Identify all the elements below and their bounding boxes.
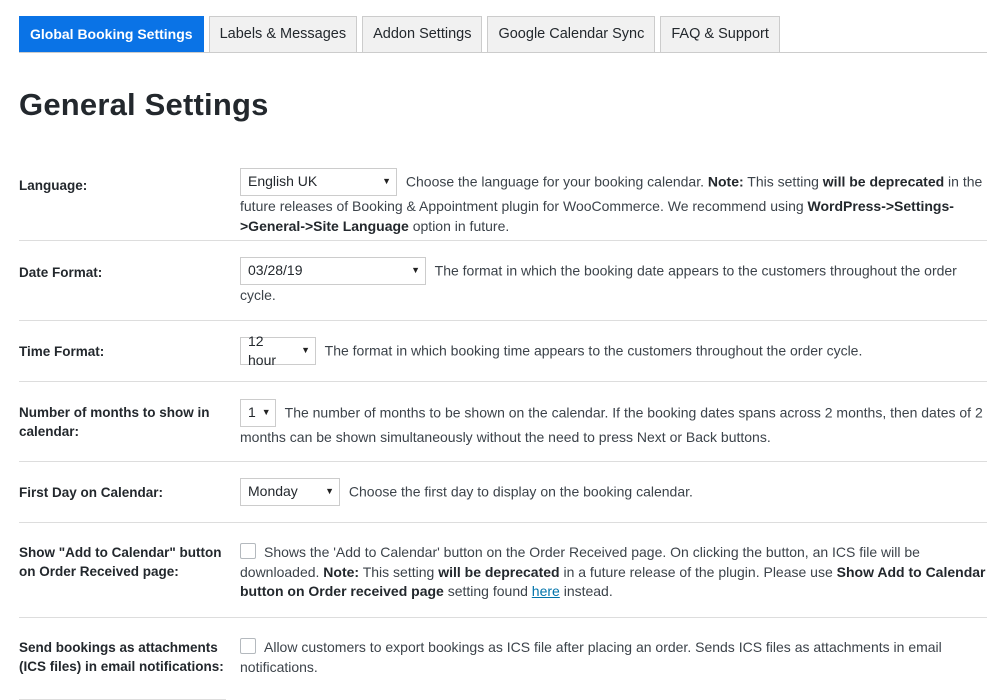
add-to-calendar-label: Show "Add to Calendar" button on Order R… [19,545,222,579]
setting-row-months: Number of months to show in calendar: 1 ▼… [19,382,987,462]
tab-bar: Global Booking Settings Labels & Message… [19,0,987,53]
language-field: English UK ▼ Choose the language for your… [240,168,987,240]
add-to-calendar-checkbox[interactable] [240,543,256,559]
tab-global-booking-settings[interactable]: Global Booking Settings [19,16,204,52]
setting-row-first-day: First Day on Calendar: Monday ▼ Choose th… [19,462,987,523]
language-deprecated: will be deprecated [822,173,945,190]
settings-form: Language: English UK ▼ Choose the languag… [19,159,987,700]
tab-faq-support[interactable]: FAQ & Support [660,16,780,52]
add-to-calendar-note: Note: [323,563,360,580]
add-to-calendar-desc: This setting [359,563,439,580]
add-to-calendar-desc: setting found [443,583,532,599]
add-to-calendar-field: Shows the 'Add to Calendar' button on th… [240,543,987,617]
language-desc: Choose the language for your booking cal… [402,173,708,190]
page-title: General Settings [19,87,269,122]
tab-google-calendar-sync[interactable]: Google Calendar Sync [487,16,656,52]
date-format-label: Date Format: [19,265,103,280]
settings-page: Global Booking Settings Labels & Message… [0,0,1005,700]
months-desc: The number of months to be shown on the … [240,404,983,445]
setting-row-attachments: Send bookings as attachments (ICS files)… [19,618,987,700]
add-to-calendar-desc: in a future release of the plugin. Pleas… [559,563,837,580]
language-desc: This setting [743,173,823,190]
months-select[interactable]: 1 ▼ [240,399,276,427]
language-label: Language: [19,178,88,193]
time-format-field: 12 hour ▼ The format in which booking tim… [240,333,987,381]
setting-row-date-format: Date Format: 03/28/19 ▼ The format in whi… [19,241,987,321]
first-day-label: First Day on Calendar: [19,485,164,500]
first-day-select-value: Monday [248,483,298,500]
time-format-select[interactable]: 12 hour ▼ [240,333,316,368]
months-select-value: 1 [248,404,256,421]
language-desc: option in future. [408,217,510,234]
tab-addon-settings[interactable]: Addon Settings [362,16,483,52]
attachments-field: Allow customers to export bookings as IC… [240,638,987,688]
date-format-select[interactable]: 03/28/19 ▼ [240,257,426,285]
time-format-select-value: 12 hour [248,332,277,369]
date-format-select-value: 03/28/19 [248,262,303,279]
time-format-desc: The format in which booking time appears… [321,342,863,359]
chevron-down-icon: ▼ [382,176,391,187]
setting-row-language: Language: English UK ▼ Choose the languag… [19,159,987,241]
tab-labels-messages[interactable]: Labels & Messages [208,16,358,52]
setting-row-time-format: Time Format: 12 hour ▼ The format in whic… [19,321,987,382]
months-label: Number of months to show in calendar: [19,405,210,439]
language-select[interactable]: English UK ▼ [240,168,397,196]
first-day-select[interactable]: Monday ▼ [240,478,340,506]
months-field: 1 ▼ The number of months to be shown on t… [240,399,987,461]
add-to-calendar-deprecated: will be deprecated [438,563,560,580]
first-day-field: Monday ▼ Choose the first day to display … [240,478,987,522]
attachments-label-text: Send bookings as attachments (ICS files)… [19,640,224,674]
chevron-down-icon: ▼ [411,265,420,276]
attachments-checkbox[interactable] [240,638,256,654]
setting-row-add-to-calendar: Show "Add to Calendar" button on Order R… [19,523,987,618]
here-link[interactable]: here [532,583,560,599]
attachments-label: Send bookings as attachments (ICS files)… [19,638,240,700]
first-day-desc: Choose the first day to display on the b… [345,483,693,500]
chevron-down-icon: ▼ [325,486,334,497]
chevron-down-icon: ▼ [261,407,271,418]
chevron-down-icon: ▼ [301,345,310,356]
attachments-desc: Allow customers to export bookings as IC… [240,639,942,675]
language-select-value: English UK [248,173,318,190]
add-to-calendar-desc: instead. [559,583,613,599]
date-format-field: 03/28/19 ▼ The format in which the bookin… [240,257,987,320]
language-note: Note: [707,173,744,190]
time-format-label: Time Format: [19,344,105,359]
